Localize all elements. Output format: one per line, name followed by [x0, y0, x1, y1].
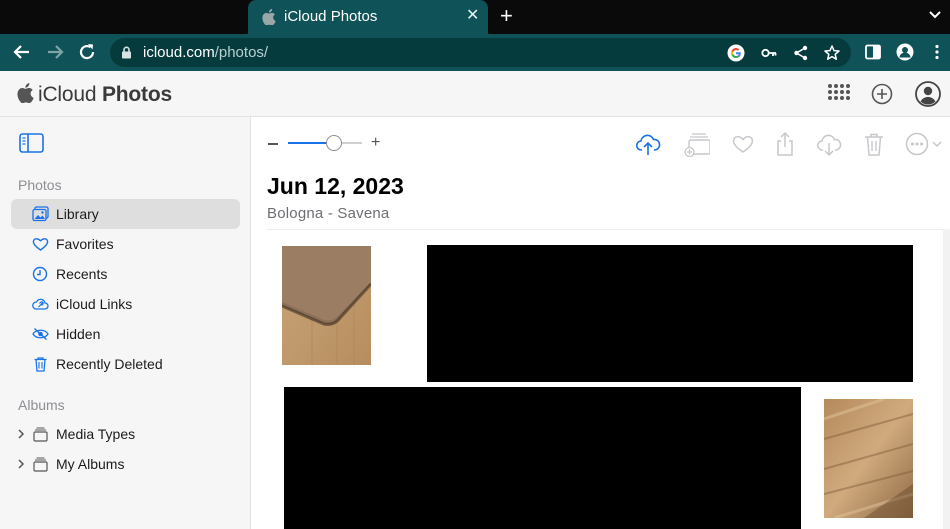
photo-thumbnail[interactable] [282, 246, 371, 365]
screen: iCloud Photos ✕ + icloud.com/photos/ iCl… [0, 0, 950, 529]
sidebar-item-favorites[interactable]: Favorites [11, 229, 240, 259]
sidebar-section-albums: Albums [18, 397, 65, 413]
chevron-right-icon[interactable] [17, 429, 25, 439]
sidebar-item-label: Recently Deleted [56, 356, 163, 372]
browser-toolbar: icloud.com/photos/ [0, 34, 950, 71]
moment-date-heading: Jun 12, 2023 [267, 173, 404, 199]
album-stack-icon [33, 427, 48, 442]
library-icon [32, 206, 49, 222]
reload-icon[interactable] [77, 42, 97, 62]
photo-library-main: + Jun 12, 2023 Bologna - Savena [251, 117, 950, 529]
share-icon[interactable] [792, 44, 810, 62]
sidebar-item-label: iCloud Links [56, 296, 133, 312]
photo-thumbnail-redacted[interactable] [427, 245, 913, 382]
tab-close-button[interactable]: ✕ [466, 8, 479, 24]
sidebar-item-label: Media Types [56, 426, 136, 442]
scrollbar[interactable] [943, 229, 950, 529]
browser-menu-icon[interactable] [928, 43, 946, 61]
browser-tab[interactable]: iCloud Photos ✕ [248, 0, 488, 34]
tab-search-chevron-icon[interactable] [928, 8, 942, 22]
url-path: /photos/ [214, 44, 269, 61]
upload-cloud-icon[interactable] [635, 131, 661, 157]
side-panel-icon[interactable] [864, 43, 882, 61]
sidebar: Photos Library Favorites Recents iCloud … [0, 117, 251, 529]
moment-location[interactable]: Bologna - Savena [267, 205, 389, 222]
eye-slash-icon [32, 327, 49, 341]
app-grid-icon[interactable] [826, 82, 850, 106]
app-title[interactable]: iCloud Photos [38, 83, 172, 107]
back-arrow-icon[interactable] [12, 42, 32, 62]
photo-thumbnail[interactable] [824, 399, 913, 518]
heart-icon [32, 238, 49, 251]
app-title-brand: iCloud [38, 83, 97, 106]
apple-logo-icon[interactable] [17, 83, 34, 103]
more-options-icon[interactable] [904, 131, 944, 157]
browser-tab-bar: iCloud Photos ✕ + [0, 0, 950, 34]
address-bar[interactable]: icloud.com/photos/ [110, 38, 851, 67]
tab-title: iCloud Photos [284, 8, 378, 25]
account-avatar-icon[interactable] [915, 81, 941, 107]
add-to-album-icon[interactable] [684, 131, 710, 157]
favorite-heart-icon[interactable] [730, 131, 756, 157]
zoom-out-button[interactable] [268, 143, 278, 145]
sidebar-item-label: My Albums [56, 456, 125, 472]
sidebar-toggle-icon[interactable] [19, 133, 44, 153]
sidebar-item-media-types[interactable]: Media Types [11, 419, 240, 449]
chevron-right-icon[interactable] [17, 459, 25, 469]
sidebar-item-recents[interactable]: Recents [11, 259, 240, 289]
url-domain: icloud.com [143, 44, 215, 61]
clock-icon [32, 266, 48, 282]
app-header: iCloud Photos [0, 71, 950, 117]
add-circle-icon[interactable] [870, 82, 894, 106]
download-cloud-icon[interactable] [816, 131, 842, 157]
share-upload-icon[interactable] [772, 131, 798, 157]
profile-avatar-icon[interactable] [896, 43, 914, 61]
apple-favicon-icon [262, 9, 276, 25]
cloud-link-icon [32, 298, 49, 310]
sidebar-item-label: Favorites [56, 236, 114, 252]
coaster-photo-image [282, 246, 371, 365]
zoom-slider-thumb[interactable] [325, 135, 342, 151]
photo-thumbnail-redacted[interactable] [284, 387, 801, 529]
bookmark-star-icon[interactable] [823, 44, 841, 62]
sidebar-item-label: Recents [56, 266, 108, 282]
delete-trash-icon[interactable] [861, 131, 887, 157]
album-stack-icon [33, 457, 48, 472]
trash-icon [34, 357, 47, 372]
lock-icon[interactable] [121, 46, 132, 59]
sidebar-item-icloud-links[interactable]: iCloud Links [11, 289, 240, 319]
forward-arrow-icon[interactable] [45, 42, 65, 62]
new-tab-button[interactable]: + [500, 5, 513, 27]
sidebar-item-label: Library [56, 206, 99, 222]
sidebar-item-library[interactable]: Library [11, 199, 240, 229]
app-title-product: Photos [101, 83, 172, 106]
wood-table-photo-image [824, 399, 913, 518]
section-divider [267, 229, 950, 230]
sidebar-section-photos: Photos [18, 177, 62, 193]
sidebar-item-label: Hidden [56, 326, 101, 342]
sidebar-item-my-albums[interactable]: My Albums [11, 449, 240, 479]
sidebar-item-hidden[interactable]: Hidden [11, 319, 240, 349]
google-icon[interactable] [727, 44, 745, 62]
key-icon[interactable] [760, 44, 778, 62]
url-text[interactable]: icloud.com/photos/ [143, 44, 268, 61]
zoom-in-button[interactable]: + [371, 135, 380, 151]
sidebar-item-recently-deleted[interactable]: Recently Deleted [11, 349, 240, 379]
